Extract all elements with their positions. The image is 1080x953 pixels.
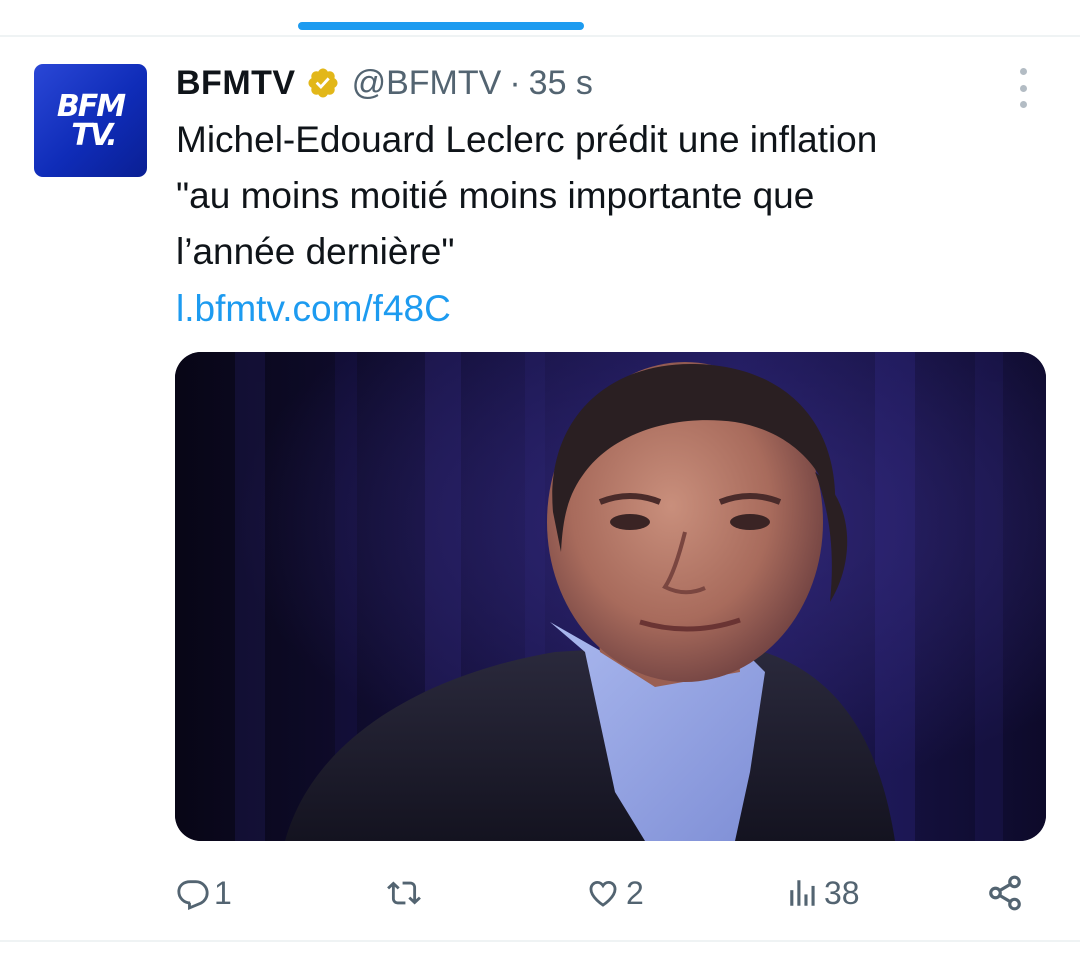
views-chart-icon bbox=[790, 880, 815, 906]
top-divider bbox=[0, 35, 1080, 37]
more-options-icon[interactable] bbox=[1008, 68, 1038, 108]
heart-icon bbox=[589, 880, 617, 907]
avatar[interactable]: BFM TV. bbox=[34, 64, 147, 177]
tweet-timestamp[interactable]: 35 s bbox=[529, 64, 593, 103]
more-dot bbox=[1019, 101, 1027, 108]
bottom-divider bbox=[0, 940, 1080, 942]
retweet-button[interactable] bbox=[384, 868, 428, 918]
verified-badge-icon bbox=[308, 68, 338, 98]
user-handle[interactable]: @BFMTV bbox=[352, 64, 502, 103]
action-bar: 1 2 38 bbox=[0, 868, 1080, 918]
tweet-link[interactable]: l.bfmtv.com/f48C bbox=[176, 281, 451, 337]
tweet-text: Michel-Edouard Leclerc prédit une inflat… bbox=[176, 112, 1036, 280]
avatar-logo-line2: TV. bbox=[71, 117, 117, 153]
separator-dot: · bbox=[509, 63, 521, 102]
share-icon bbox=[989, 875, 1021, 911]
tweet-header: BFMTV @BFMTV · 35 s bbox=[176, 58, 593, 108]
like-button[interactable]: 2 bbox=[584, 868, 644, 918]
portrait-photo bbox=[175, 352, 1046, 841]
tab-indicator bbox=[298, 22, 584, 30]
more-dot bbox=[1019, 84, 1027, 92]
tweet-screen: BFM TV. BFMTV @BFMTV · 35 s Michel-Edoua… bbox=[0, 0, 1080, 953]
tweet-text-line: Michel-Edouard Leclerc prédit une inflat… bbox=[176, 119, 878, 160]
share-button[interactable] bbox=[986, 868, 1024, 918]
tweet-text-line: l’année dernière" bbox=[176, 231, 455, 272]
display-name[interactable]: BFMTV bbox=[176, 64, 296, 103]
more-dot bbox=[1019, 68, 1027, 75]
reply-icon bbox=[177, 880, 209, 910]
reply-button[interactable]: 1 bbox=[176, 868, 232, 918]
reply-count: 1 bbox=[214, 874, 232, 911]
view-count: 38 bbox=[824, 874, 860, 911]
like-count: 2 bbox=[626, 874, 644, 911]
views-button[interactable]: 38 bbox=[786, 868, 860, 918]
tweet-text-line: "au moins moitié moins importante que bbox=[176, 175, 815, 216]
tweet-media-image[interactable] bbox=[175, 352, 1046, 841]
retweet-icon bbox=[387, 881, 421, 905]
avatar-logo-line1: BFM bbox=[56, 88, 126, 124]
